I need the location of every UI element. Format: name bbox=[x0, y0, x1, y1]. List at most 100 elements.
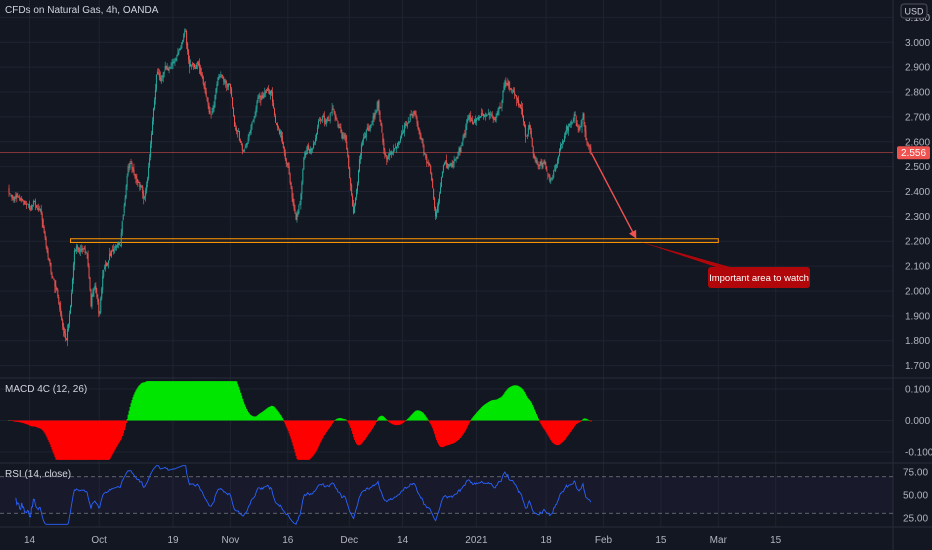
time-tick-label: Dec bbox=[340, 535, 358, 546]
candle-body bbox=[348, 155, 350, 168]
candle-body bbox=[358, 159, 360, 172]
candle-body bbox=[482, 114, 484, 116]
candle-body bbox=[62, 320, 64, 327]
candle-body bbox=[415, 113, 417, 118]
price-axis[interactable]: 3.1003.0002.9002.8002.7002.6002.5002.400… bbox=[905, 13, 930, 372]
candle-body bbox=[101, 288, 103, 299]
candle-body bbox=[91, 295, 93, 307]
candle-body bbox=[68, 323, 70, 330]
candle-body bbox=[149, 157, 151, 167]
candle-body bbox=[500, 107, 502, 108]
candle-body bbox=[547, 172, 549, 174]
candle-body bbox=[257, 97, 259, 103]
last-price-label: 2.556 bbox=[897, 146, 930, 160]
candle-body bbox=[523, 121, 525, 127]
support-zone[interactable] bbox=[70, 238, 719, 243]
candle-body bbox=[195, 64, 197, 69]
candle-body bbox=[47, 250, 49, 258]
candle-body bbox=[39, 209, 41, 211]
candle-body bbox=[444, 161, 446, 163]
candle-body bbox=[277, 126, 279, 129]
candle-body bbox=[234, 127, 236, 129]
candle-body bbox=[516, 95, 518, 98]
candle-body bbox=[188, 50, 190, 60]
candle-body bbox=[207, 101, 209, 106]
candle-body bbox=[15, 194, 17, 199]
chart-canvas[interactable]: Important area to watch 3.1003.0002.9002… bbox=[0, 0, 932, 550]
candle-body bbox=[454, 159, 456, 161]
candle-body bbox=[459, 148, 461, 152]
candle-body bbox=[97, 297, 99, 303]
candle-body bbox=[87, 254, 89, 267]
macd-tick-label: 0.100 bbox=[905, 385, 930, 396]
candle-body bbox=[580, 125, 582, 127]
candle-body bbox=[305, 152, 307, 155]
candle-body bbox=[221, 74, 223, 77]
candle-body bbox=[83, 247, 85, 250]
candle-body bbox=[541, 163, 543, 168]
rsi-axis[interactable]: 75.00 50.00 25.00 bbox=[903, 468, 928, 525]
candle-body bbox=[177, 52, 179, 56]
candle-body bbox=[379, 111, 381, 122]
candle-body bbox=[272, 91, 274, 103]
candle-body bbox=[340, 127, 342, 132]
candle-body bbox=[240, 143, 242, 145]
candle-body bbox=[180, 47, 182, 49]
candle-body bbox=[37, 208, 39, 211]
candle-body bbox=[307, 145, 309, 152]
candle-body bbox=[295, 213, 297, 220]
candle-body bbox=[156, 71, 158, 75]
candle-body bbox=[288, 166, 290, 175]
candle-body bbox=[344, 135, 346, 137]
candle-body bbox=[562, 140, 564, 142]
candle-body bbox=[204, 87, 206, 93]
candle-body bbox=[235, 128, 237, 131]
candle-body bbox=[70, 292, 72, 306]
rsi-tick-label: 75.00 bbox=[903, 468, 928, 479]
candle-body bbox=[171, 63, 173, 65]
candle-body bbox=[168, 68, 170, 71]
candle-body bbox=[573, 114, 575, 122]
candle-body bbox=[117, 242, 119, 246]
candle-body bbox=[429, 164, 431, 166]
candle-body bbox=[522, 115, 524, 122]
macd-bar bbox=[333, 420, 335, 421]
candle-body bbox=[246, 142, 248, 146]
candle-body bbox=[470, 117, 472, 122]
candle-body bbox=[316, 127, 318, 135]
candle-body bbox=[286, 162, 288, 164]
candle-body bbox=[56, 289, 58, 291]
candle-body bbox=[495, 115, 497, 121]
candle-body bbox=[508, 81, 510, 88]
candle-body bbox=[404, 123, 406, 126]
candle-body bbox=[572, 120, 574, 123]
candle-body bbox=[475, 119, 477, 122]
candle-body bbox=[84, 248, 86, 253]
candle-body bbox=[484, 114, 486, 116]
candle-body bbox=[333, 110, 335, 112]
candle-body bbox=[112, 249, 114, 252]
candle-body bbox=[121, 221, 123, 234]
candle-body bbox=[10, 194, 12, 196]
candle-body bbox=[89, 277, 91, 290]
candle-body bbox=[114, 247, 116, 249]
candle-body bbox=[494, 119, 496, 121]
candle-body bbox=[14, 197, 16, 202]
candle-body bbox=[16, 194, 18, 198]
candle-body bbox=[35, 205, 37, 208]
candle-body bbox=[456, 157, 458, 158]
candle-body bbox=[314, 142, 316, 144]
candle-body bbox=[115, 245, 117, 248]
candle-body bbox=[548, 174, 550, 176]
candle-body bbox=[398, 141, 400, 143]
candle-body bbox=[369, 125, 371, 131]
candle-body bbox=[193, 63, 194, 65]
candle-body bbox=[367, 127, 369, 131]
candle-body bbox=[410, 113, 412, 115]
candle-body bbox=[321, 116, 323, 120]
candle-body bbox=[570, 122, 572, 124]
currency-button[interactable]: USD bbox=[900, 3, 928, 19]
macd-bar bbox=[537, 418, 539, 421]
candle-body bbox=[299, 204, 301, 205]
candle-body bbox=[220, 74, 222, 76]
